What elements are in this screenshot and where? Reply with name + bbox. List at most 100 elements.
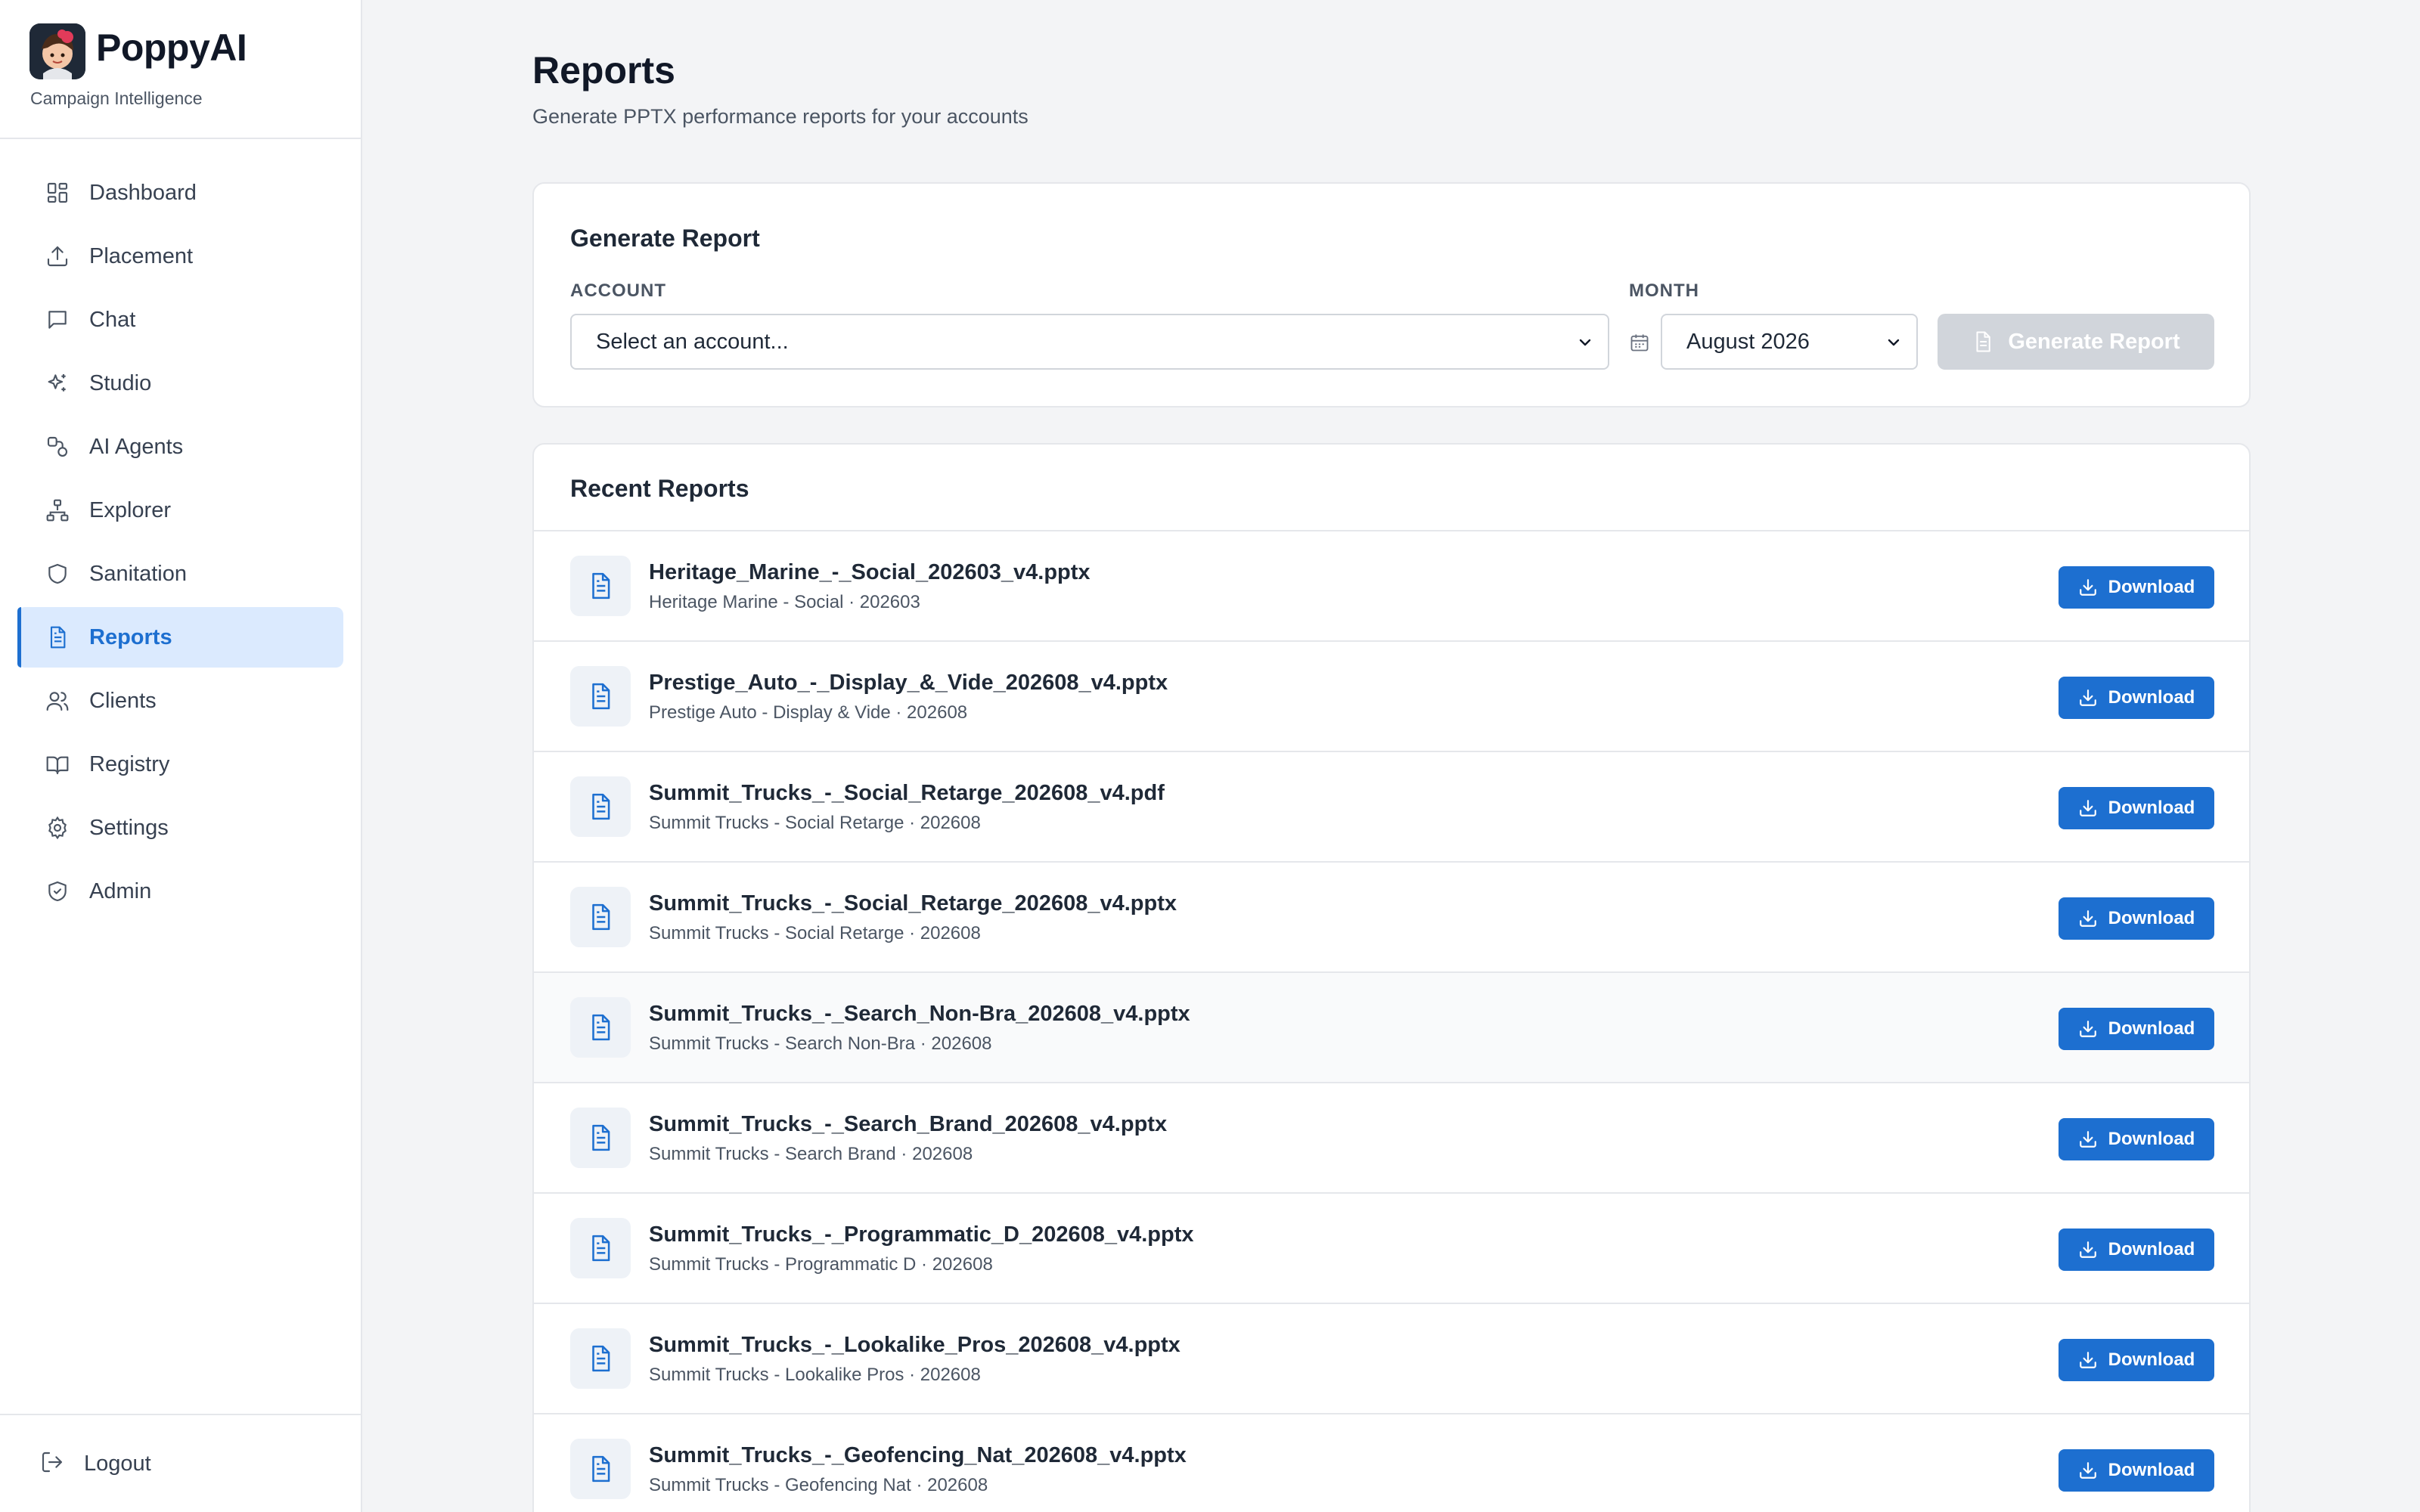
list-item: Prestige_Auto_-_Display_&_Vide_202608_v4… (534, 642, 2249, 752)
poppy-logo[interactable] (29, 23, 85, 79)
download-button[interactable]: Download (2059, 1228, 2214, 1271)
file-icon (570, 997, 631, 1058)
shield-check-icon (45, 879, 70, 903)
sparkles-icon (45, 371, 70, 395)
report-file-name: Summit_Trucks_-_Search_Non-Bra_202608_v4… (649, 1002, 1190, 1026)
report-meta: Summit Trucks - Social Retarge · 202608 (649, 923, 981, 943)
sidebar-item-registry[interactable]: Registry (17, 734, 343, 795)
download-icon (2079, 579, 2096, 596)
file-icon (570, 666, 631, 727)
sidebar-item-admin[interactable]: Admin (17, 861, 343, 922)
gear-icon (45, 816, 70, 840)
sidebar-item-label: Settings (89, 816, 169, 840)
sidebar-item-sanitation[interactable]: Sanitation (17, 544, 343, 604)
download-label: Download (2108, 1239, 2195, 1259)
download-icon (2079, 910, 2096, 927)
download-label: Download (2108, 577, 2195, 597)
sidebar-item-label: Registry (89, 752, 170, 776)
month-select[interactable]: August 2026 (1661, 314, 1918, 370)
report-file-name: Heritage_Marine_-_Social_202603_v4.pptx (649, 560, 1091, 584)
sidebar-item-settings[interactable]: Settings (17, 798, 343, 858)
sidebar-item-label: Explorer (89, 498, 171, 522)
sidebar-item-explorer[interactable]: Explorer (17, 480, 343, 541)
list-item: Heritage_Marine_-_Social_202603_v4.pptx … (534, 531, 2249, 642)
list-item: Summit_Trucks_-_Lookalike_Pros_202608_v4… (534, 1304, 2249, 1414)
download-label: Download (2108, 1129, 2195, 1149)
calendar-icon (1630, 334, 1649, 352)
download-button[interactable]: Download (2059, 1118, 2214, 1160)
report-meta: Summit Trucks - Search Brand · 202608 (649, 1144, 973, 1164)
report-meta: Summit Trucks - Programmatic D · 202608 (649, 1254, 993, 1275)
download-icon (2079, 1021, 2096, 1037)
recent-reports-card: Recent Reports Heritage_Marine_-_Social_… (532, 443, 2251, 1512)
sidebar-item-label: Admin (89, 879, 152, 903)
generate-report-button[interactable]: Generate Report (1938, 314, 2214, 370)
sidebar: PoppyAI Campaign Intelligence Dashboard … (0, 0, 362, 1512)
download-icon (2079, 1462, 2096, 1479)
sidebar-item-label: Studio (89, 371, 152, 395)
download-button[interactable]: Download (2059, 1339, 2214, 1381)
sidebar-item-placement[interactable]: Placement (17, 226, 343, 287)
month-label: MONTH (1629, 280, 1699, 301)
file-icon (570, 1218, 631, 1278)
download-label: Download (2108, 908, 2195, 928)
file-text-icon (45, 625, 70, 649)
download-icon (2079, 1352, 2096, 1368)
dashboard-icon (45, 181, 70, 205)
sidebar-item-dashboard[interactable]: Dashboard (17, 163, 343, 223)
sidebar-item-label: AI Agents (89, 435, 184, 459)
file-icon (570, 776, 631, 837)
download-button[interactable]: Download (2059, 677, 2214, 719)
report-file-name: Summit_Trucks_-_Search_Brand_202608_v4.p… (649, 1112, 1168, 1136)
sidebar-item-studio[interactable]: Studio (17, 353, 343, 414)
page-subtitle: Generate PPTX performance reports for yo… (532, 105, 1028, 128)
agents-icon (45, 435, 70, 459)
brand-tagline: Campaign Intelligence (30, 88, 203, 108)
download-button[interactable]: Download (2059, 1008, 2214, 1050)
file-icon (570, 887, 631, 947)
download-label: Download (2108, 1460, 2195, 1480)
report-meta: Summit Trucks - Social Retarge · 202608 (649, 813, 981, 833)
sidebar-item-label: Dashboard (89, 181, 197, 205)
chevron-down-icon (1888, 339, 1900, 346)
report-meta: Summit Trucks - Search Non-Bra · 202608 (649, 1033, 992, 1054)
report-meta: Prestige Auto - Display & Vide · 202608 (649, 702, 968, 723)
sidebar-item-label: Chat (89, 308, 136, 332)
logout-icon (40, 1450, 64, 1478)
report-file-name: Summit_Trucks_-_Social_Retarge_202608_v4… (649, 891, 1177, 916)
download-label: Download (2108, 1018, 2195, 1039)
sidebar-item-ai-agents[interactable]: AI Agents (17, 417, 343, 477)
book-icon (45, 752, 70, 776)
brand-name: PoppyAI (96, 26, 247, 69)
list-item: Summit_Trucks_-_Geofencing_Nat_202608_v4… (534, 1414, 2249, 1512)
sidebar-item-label: Reports (89, 625, 172, 649)
account-label: ACCOUNT (570, 280, 666, 301)
report-meta: Heritage Marine - Social · 202603 (649, 592, 920, 612)
sidebar-item-reports[interactable]: Reports (17, 607, 343, 668)
download-label: Download (2108, 798, 2195, 818)
logout-button[interactable]: Logout (40, 1448, 151, 1479)
download-button[interactable]: Download (2059, 897, 2214, 940)
download-button[interactable]: Download (2059, 1449, 2214, 1492)
generate-report-title: Generate Report (570, 225, 760, 252)
account-select[interactable]: Select an account... (570, 314, 1609, 370)
report-file-name: Summit_Trucks_-_Lookalike_Pros_202608_v4… (649, 1333, 1181, 1357)
report-file-name: Summit_Trucks_-_Programmatic_D_202608_v4… (649, 1222, 1194, 1247)
download-button[interactable]: Download (2059, 566, 2214, 609)
generate-report-button-label: Generate Report (2008, 329, 2180, 354)
generate-report-card: Generate Report ACCOUNT Select an accoun… (532, 182, 2251, 407)
download-label: Download (2108, 687, 2195, 708)
list-item: Summit_Trucks_-_Search_Non-Bra_202608_v4… (534, 973, 2249, 1083)
logout-label: Logout (84, 1451, 151, 1476)
download-button[interactable]: Download (2059, 787, 2214, 829)
file-text-icon (1976, 331, 1991, 352)
account-select-value: Select an account... (596, 329, 789, 354)
month-select-value: August 2026 (1686, 329, 1810, 354)
sidebar-item-chat[interactable]: Chat (17, 290, 343, 350)
list-item: Summit_Trucks_-_Search_Brand_202608_v4.p… (534, 1083, 2249, 1194)
upload-icon (45, 244, 70, 268)
file-icon (570, 1439, 631, 1499)
recent-reports-title: Recent Reports (570, 475, 749, 502)
users-icon (45, 689, 70, 713)
sidebar-item-clients[interactable]: Clients (17, 671, 343, 731)
